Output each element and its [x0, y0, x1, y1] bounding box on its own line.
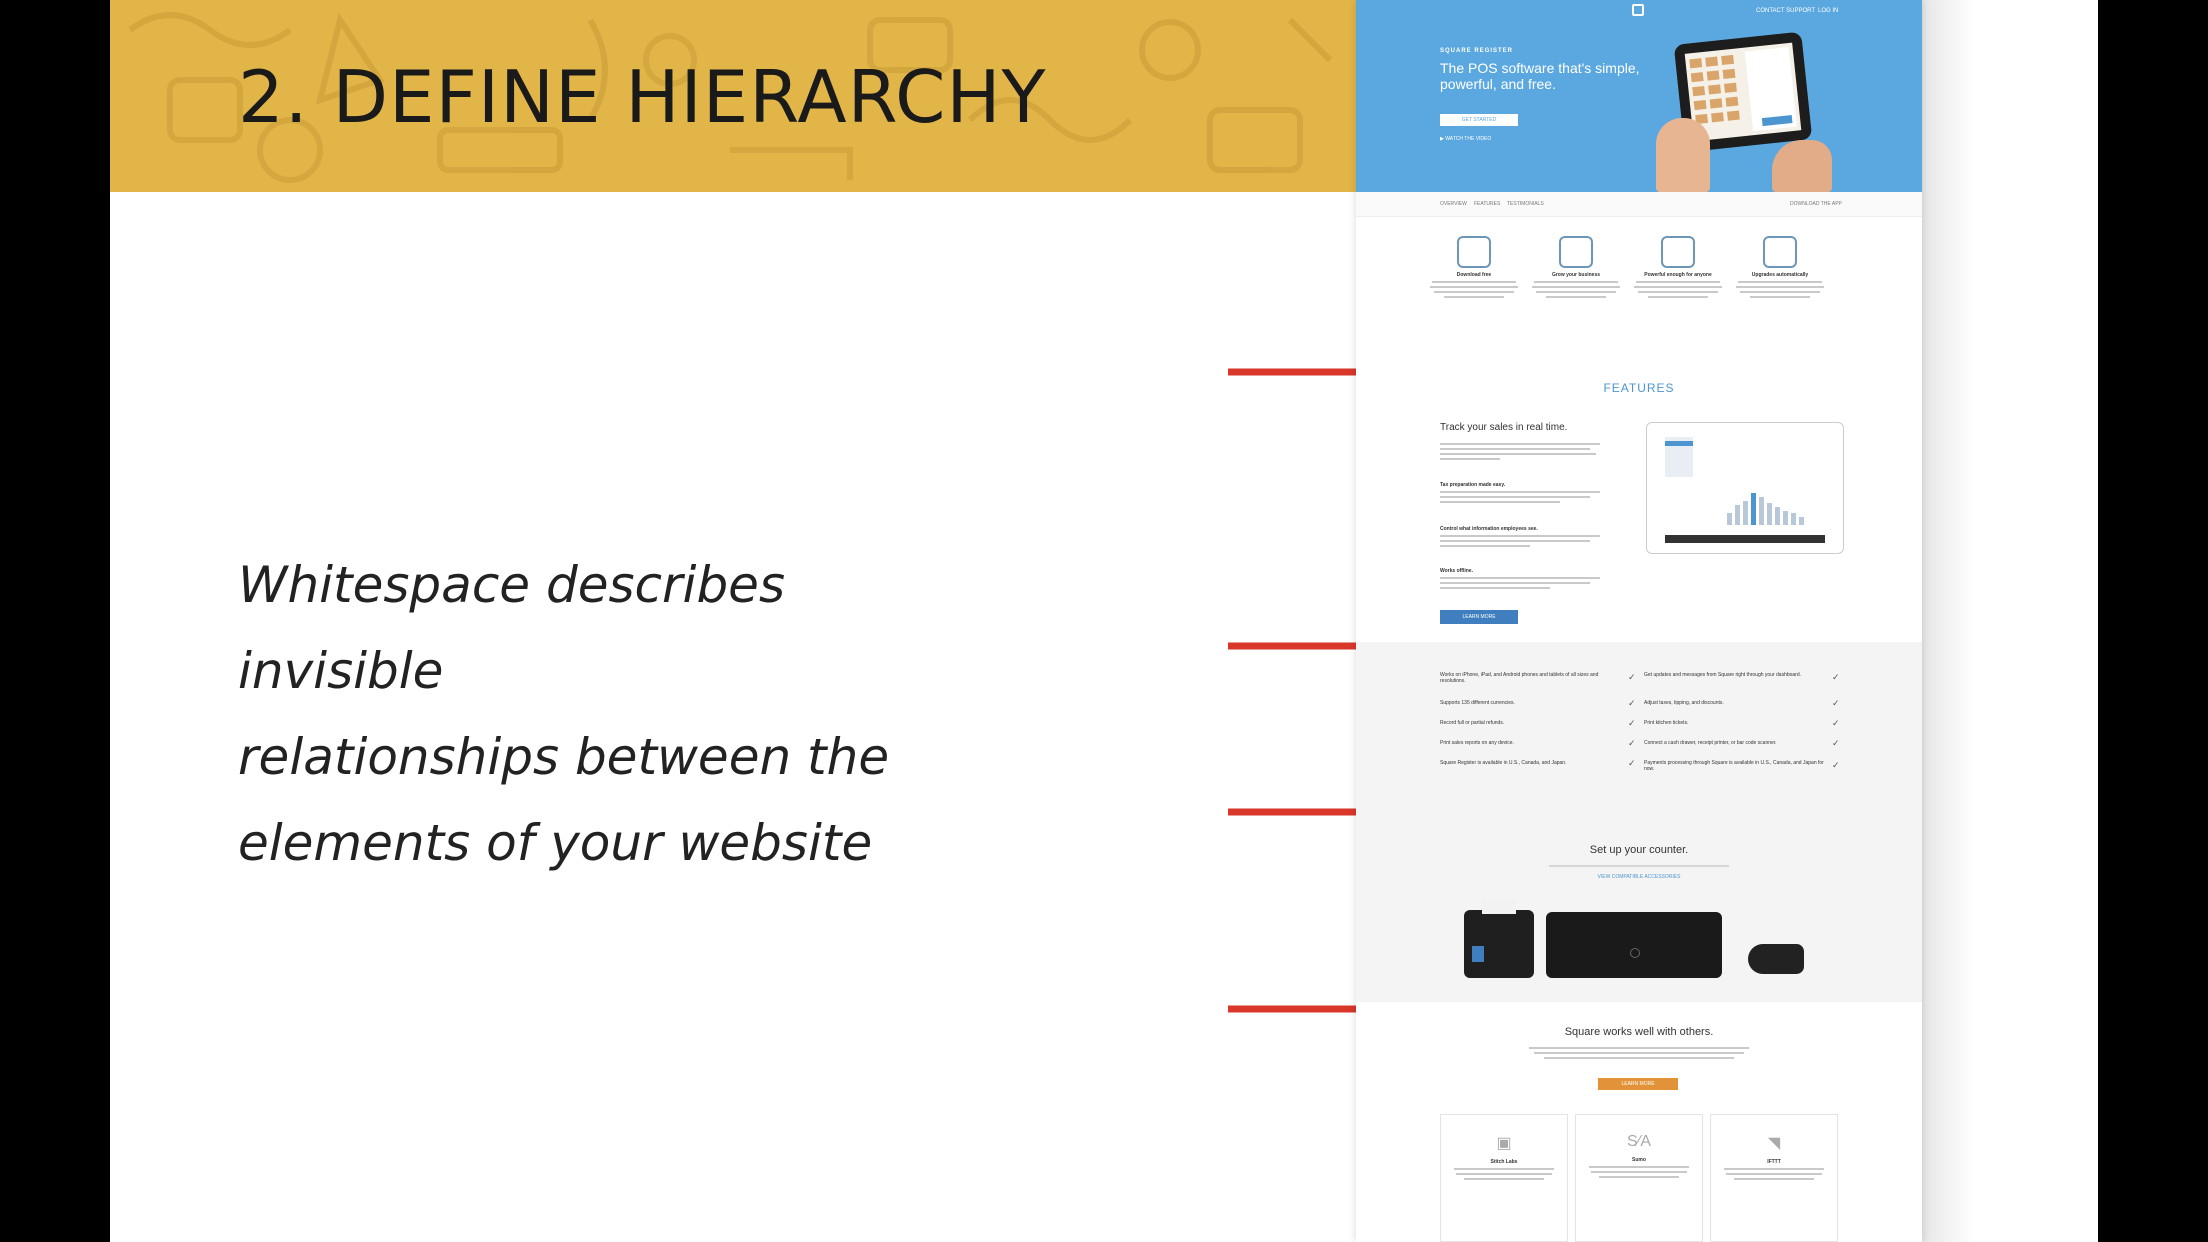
checkmark-icon: ✓: [1832, 698, 1840, 708]
track-sales-heading: Track your sales in real time.: [1440, 422, 1568, 433]
nav-testimonials[interactable]: TESTIMONIALS: [1507, 201, 1544, 207]
compatible-accessories-link[interactable]: VIEW COMPATIBLE ACCESSORIES: [1356, 874, 1922, 880]
checklist-item: Adjust taxes, tipping, and discounts.: [1644, 700, 1724, 706]
checkmark-icon: ✓: [1832, 738, 1840, 748]
checklist-item: Connect a cash drawer, receipt printer, …: [1644, 740, 1777, 746]
quote-line: elements of your website: [238, 814, 873, 872]
section-nav: OVERVIEW FEATURES TESTIMONIALS DOWNLOAD …: [1356, 192, 1922, 217]
benefits-row: Download free Grow your business Powerfu…: [1426, 236, 1856, 336]
partner-logo-icon: ▣: [1496, 1135, 1512, 1152]
feature-subheading: Control what information employees see.: [1440, 526, 1538, 532]
hero-eyebrow: SQUARE REGISTER: [1440, 48, 1514, 54]
integrations-learn-more-button[interactable]: LEARN MORE: [1598, 1078, 1678, 1090]
checkmark-icon: ✓: [1832, 760, 1840, 770]
presentation-slide: 2. DEFINE HIERARCHY Whitespace describes…: [110, 0, 2098, 1242]
partner-logo-icon: ◥: [1767, 1135, 1781, 1152]
feature-subheading: Works offline.: [1440, 568, 1473, 574]
hand-image: [1656, 118, 1710, 192]
checklist-item: Print sales reports on any device.: [1440, 740, 1514, 746]
store-icon: [1661, 236, 1695, 268]
barcode-scanner-image: [1748, 944, 1804, 974]
checklist-item: Supports 135 different currencies.: [1440, 700, 1515, 706]
cash-drawer-image: [1546, 912, 1722, 978]
benefit-card: Grow your business: [1528, 236, 1624, 301]
feature-paragraph: [1440, 440, 1608, 463]
cloud-download-icon: [1457, 236, 1491, 268]
square-logo-icon[interactable]: [1632, 4, 1644, 16]
feature-paragraph: Works offline.: [1440, 568, 1608, 592]
checklist-item: Get updates and messages from Square rig…: [1644, 672, 1802, 678]
quote-line: relationships between the: [238, 728, 890, 786]
hand-image: [1772, 140, 1832, 192]
checkmark-icon: ✓: [1628, 698, 1636, 708]
checkmark-icon: ✓: [1628, 758, 1636, 768]
partner-card[interactable]: ◥ IFTTT: [1710, 1114, 1838, 1242]
nav-features[interactable]: FEATURES: [1474, 201, 1500, 207]
sales-bars-image: [1727, 493, 1804, 525]
counter-heading: Set up your counter.: [1589, 844, 1689, 856]
checkmark-icon: ✓: [1832, 718, 1840, 728]
watch-video-label: WATCH THE VIDEO: [1445, 136, 1492, 142]
quote-line: Whitespace describes invisible: [238, 556, 785, 700]
checkmark-icon: ✓: [1628, 672, 1636, 682]
benefit-title: Download free: [1456, 272, 1492, 278]
checklist-item: Payments processing through Square is av…: [1644, 760, 1824, 772]
feature-paragraph: Control what information employees see.: [1440, 526, 1608, 550]
get-started-button[interactable]: GET STARTED: [1440, 114, 1518, 126]
watch-video-link[interactable]: ▶ WATCH THE VIDEO: [1440, 136, 1491, 142]
benefit-card: Download free: [1426, 236, 1522, 301]
hero-section: CONTACT SUPPORT LOG IN SQUARE REGISTER T…: [1356, 0, 1922, 192]
checkmark-icon: ✓: [1628, 738, 1636, 748]
contact-support-link[interactable]: CONTACT SUPPORT: [1756, 8, 1815, 14]
partner-name: Sumo: [1632, 1157, 1646, 1163]
slide-title: 2. DEFINE HIERARCHY: [238, 55, 1047, 139]
checklist-item: Works on iPhone, iPad, and Android phone…: [1440, 672, 1599, 684]
benefit-title: Grow your business: [1551, 272, 1601, 278]
slide-quote: Whitespace describes invisible relations…: [238, 542, 998, 886]
monitor-icon: [1763, 236, 1797, 268]
register-screen-icon: [1559, 236, 1593, 268]
benefit-title: Powerful enough for anyone: [1644, 272, 1712, 278]
log-in-link[interactable]: LOG IN: [1818, 8, 1838, 14]
checkmark-icon: ✓: [1628, 718, 1636, 728]
feature-paragraph: Tax preparation made easy.: [1440, 482, 1608, 506]
nav-overview[interactable]: OVERVIEW: [1440, 201, 1467, 207]
learn-more-button[interactable]: LEARN MORE: [1440, 610, 1518, 624]
benefit-card: Upgrades automatically: [1732, 236, 1828, 301]
checklist-item: Record full or partial refunds.: [1440, 720, 1505, 726]
integrations-heading: Square works well with others.: [1564, 1026, 1714, 1038]
partner-name: Stitch Labs: [1490, 1159, 1518, 1165]
dashboard-screenshot: [1646, 422, 1844, 554]
receipt-printer-image: [1464, 900, 1534, 978]
checklist-item: Print kitchen tickets.: [1644, 720, 1689, 726]
features-heading: FEATURES: [1603, 381, 1675, 395]
title-banner: 2. DEFINE HIERARCHY: [110, 0, 1356, 192]
partner-card[interactable]: S∕A Sumo: [1575, 1114, 1703, 1242]
benefit-title: Upgrades automatically: [1751, 272, 1809, 278]
partner-logo-icon: S∕A: [1626, 1133, 1651, 1150]
benefit-card: Powerful enough for anyone: [1630, 236, 1726, 301]
hero-headline: The POS software that's simple, powerful…: [1440, 60, 1640, 92]
website-screenshot: CONTACT SUPPORT LOG IN SQUARE REGISTER T…: [1356, 0, 1922, 1242]
checklist-item: Square Register is available in U.S., Ca…: [1440, 760, 1567, 766]
integrations-description: [1526, 1044, 1752, 1062]
download-app-link[interactable]: DOWNLOAD THE APP: [1790, 201, 1842, 207]
partner-card[interactable]: ▣ Stitch Labs: [1440, 1114, 1568, 1242]
slide-right-margin: [1922, 0, 2098, 1242]
feature-subheading: Tax preparation made easy.: [1440, 482, 1506, 488]
counter-description: [1356, 862, 1922, 870]
checkmark-icon: ✓: [1832, 672, 1840, 682]
partner-name: IFTTT: [1767, 1159, 1781, 1165]
